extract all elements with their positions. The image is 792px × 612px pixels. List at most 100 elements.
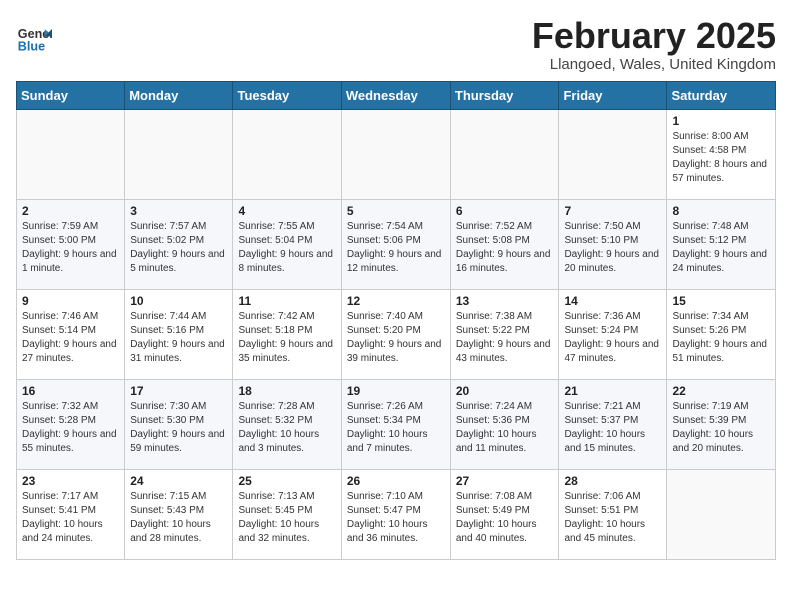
day-number: 26 (347, 474, 445, 488)
logo: General Blue (16, 20, 56, 56)
day-detail: Sunrise: 7:06 AM Sunset: 5:51 PM Dayligh… (564, 490, 661, 546)
calendar-cell: 21 Sunrise: 7:21 AM Sunset: 5:37 PM Dayli… (559, 379, 667, 469)
weekday-header-friday: Friday (559, 81, 667, 109)
day-detail: Sunrise: 7:46 AM Sunset: 5:14 PM Dayligh… (22, 310, 119, 366)
page-header: General Blue February 2025 Llangoed, Wal… (16, 16, 776, 73)
day-detail: Sunrise: 7:15 AM Sunset: 5:43 PM Dayligh… (130, 490, 227, 546)
day-number: 21 (564, 384, 661, 398)
day-detail: Sunrise: 8:00 AM Sunset: 4:58 PM Dayligh… (672, 130, 770, 186)
day-detail: Sunrise: 7:10 AM Sunset: 5:47 PM Dayligh… (347, 490, 445, 546)
calendar-cell (667, 469, 776, 559)
calendar-cell (17, 109, 125, 199)
calendar-cell: 8 Sunrise: 7:48 AM Sunset: 5:12 PM Daylig… (667, 199, 776, 289)
week-row-3: 9 Sunrise: 7:46 AM Sunset: 5:14 PM Daylig… (17, 289, 776, 379)
day-number: 3 (130, 204, 227, 218)
day-detail: Sunrise: 7:55 AM Sunset: 5:04 PM Dayligh… (238, 220, 335, 276)
day-number: 22 (672, 384, 770, 398)
day-number: 27 (456, 474, 554, 488)
calendar-cell (450, 109, 559, 199)
calendar-table: SundayMondayTuesdayWednesdayThursdayFrid… (16, 81, 776, 560)
day-number: 7 (564, 204, 661, 218)
calendar-cell: 17 Sunrise: 7:30 AM Sunset: 5:30 PM Dayli… (125, 379, 233, 469)
week-row-1: 1Sunrise: 8:00 AM Sunset: 4:58 PM Daylig… (17, 109, 776, 199)
day-number: 25 (238, 474, 335, 488)
day-number: 12 (347, 294, 445, 308)
day-detail: Sunrise: 7:21 AM Sunset: 5:37 PM Dayligh… (564, 400, 661, 456)
day-number: 16 (22, 384, 119, 398)
calendar-cell: 26 Sunrise: 7:10 AM Sunset: 5:47 PM Dayli… (341, 469, 450, 559)
day-detail: Sunrise: 7:30 AM Sunset: 5:30 PM Dayligh… (130, 400, 227, 456)
calendar-cell: 18 Sunrise: 7:28 AM Sunset: 5:32 PM Dayli… (233, 379, 341, 469)
location: Llangoed, Wales, United Kingdom (532, 56, 776, 73)
day-number: 24 (130, 474, 227, 488)
week-row-4: 16 Sunrise: 7:32 AM Sunset: 5:28 PM Dayli… (17, 379, 776, 469)
day-detail: Sunrise: 7:28 AM Sunset: 5:32 PM Dayligh… (238, 400, 335, 456)
calendar-cell (559, 109, 667, 199)
month-title: February 2025 (532, 16, 776, 56)
day-detail: Sunrise: 7:24 AM Sunset: 5:36 PM Dayligh… (456, 400, 554, 456)
day-number: 13 (456, 294, 554, 308)
day-number: 17 (130, 384, 227, 398)
day-number: 18 (238, 384, 335, 398)
calendar-cell: 10 Sunrise: 7:44 AM Sunset: 5:16 PM Dayli… (125, 289, 233, 379)
day-detail: Sunrise: 7:57 AM Sunset: 5:02 PM Dayligh… (130, 220, 227, 276)
day-number: 8 (672, 204, 770, 218)
calendar-cell: 12 Sunrise: 7:40 AM Sunset: 5:20 PM Dayli… (341, 289, 450, 379)
day-detail: Sunrise: 7:48 AM Sunset: 5:12 PM Dayligh… (672, 220, 770, 276)
calendar-cell: 11Sunrise: 7:42 AM Sunset: 5:18 PM Dayli… (233, 289, 341, 379)
day-detail: Sunrise: 7:13 AM Sunset: 5:45 PM Dayligh… (238, 490, 335, 546)
day-detail: Sunrise: 7:50 AM Sunset: 5:10 PM Dayligh… (564, 220, 661, 276)
day-number: 6 (456, 204, 554, 218)
weekday-header-sunday: Sunday (17, 81, 125, 109)
calendar-cell: 28 Sunrise: 7:06 AM Sunset: 5:51 PM Dayli… (559, 469, 667, 559)
calendar-cell: 7 Sunrise: 7:50 AM Sunset: 5:10 PM Daylig… (559, 199, 667, 289)
calendar-cell: 19Sunrise: 7:26 AM Sunset: 5:34 PM Dayli… (341, 379, 450, 469)
day-number: 10 (130, 294, 227, 308)
calendar-cell (341, 109, 450, 199)
calendar-cell: 25 Sunrise: 7:13 AM Sunset: 5:45 PM Dayli… (233, 469, 341, 559)
calendar-cell: 4Sunrise: 7:55 AM Sunset: 5:04 PM Daylig… (233, 199, 341, 289)
day-detail: Sunrise: 7:52 AM Sunset: 5:08 PM Dayligh… (456, 220, 554, 276)
day-number: 14 (564, 294, 661, 308)
weekday-header-tuesday: Tuesday (233, 81, 341, 109)
calendar-cell: 24 Sunrise: 7:15 AM Sunset: 5:43 PM Dayli… (125, 469, 233, 559)
calendar-cell: 1Sunrise: 8:00 AM Sunset: 4:58 PM Daylig… (667, 109, 776, 199)
day-number: 19 (347, 384, 445, 398)
day-detail: Sunrise: 7:44 AM Sunset: 5:16 PM Dayligh… (130, 310, 227, 366)
weekday-header-monday: Monday (125, 81, 233, 109)
week-row-2: 2 Sunrise: 7:59 AM Sunset: 5:00 PM Daylig… (17, 199, 776, 289)
day-detail: Sunrise: 7:42 AM Sunset: 5:18 PM Dayligh… (238, 310, 335, 366)
calendar-cell (125, 109, 233, 199)
calendar-cell: 27Sunrise: 7:08 AM Sunset: 5:49 PM Dayli… (450, 469, 559, 559)
calendar-cell: 16 Sunrise: 7:32 AM Sunset: 5:28 PM Dayli… (17, 379, 125, 469)
week-row-5: 23Sunrise: 7:17 AM Sunset: 5:41 PM Dayli… (17, 469, 776, 559)
calendar-cell: 13 Sunrise: 7:38 AM Sunset: 5:22 PM Dayli… (450, 289, 559, 379)
day-detail: Sunrise: 7:38 AM Sunset: 5:22 PM Dayligh… (456, 310, 554, 366)
day-number: 2 (22, 204, 119, 218)
calendar-cell: 6 Sunrise: 7:52 AM Sunset: 5:08 PM Daylig… (450, 199, 559, 289)
calendar-cell: 14 Sunrise: 7:36 AM Sunset: 5:24 PM Dayli… (559, 289, 667, 379)
day-detail: Sunrise: 7:40 AM Sunset: 5:20 PM Dayligh… (347, 310, 445, 366)
day-detail: Sunrise: 7:32 AM Sunset: 5:28 PM Dayligh… (22, 400, 119, 456)
day-number: 5 (347, 204, 445, 218)
day-detail: Sunrise: 7:34 AM Sunset: 5:26 PM Dayligh… (672, 310, 770, 366)
calendar-cell: 23Sunrise: 7:17 AM Sunset: 5:41 PM Dayli… (17, 469, 125, 559)
calendar-cell: 9 Sunrise: 7:46 AM Sunset: 5:14 PM Daylig… (17, 289, 125, 379)
calendar-cell: 22 Sunrise: 7:19 AM Sunset: 5:39 PM Dayli… (667, 379, 776, 469)
calendar-cell: 2 Sunrise: 7:59 AM Sunset: 5:00 PM Daylig… (17, 199, 125, 289)
day-detail: Sunrise: 7:17 AM Sunset: 5:41 PM Dayligh… (22, 490, 119, 546)
calendar-cell: 5 Sunrise: 7:54 AM Sunset: 5:06 PM Daylig… (341, 199, 450, 289)
calendar-cell: 15Sunrise: 7:34 AM Sunset: 5:26 PM Dayli… (667, 289, 776, 379)
day-number: 9 (22, 294, 119, 308)
logo-icon: General Blue (16, 20, 52, 56)
day-detail: Sunrise: 7:36 AM Sunset: 5:24 PM Dayligh… (564, 310, 661, 366)
day-number: 28 (564, 474, 661, 488)
day-number: 20 (456, 384, 554, 398)
calendar-cell: 20 Sunrise: 7:24 AM Sunset: 5:36 PM Dayli… (450, 379, 559, 469)
weekday-header-saturday: Saturday (667, 81, 776, 109)
day-detail: Sunrise: 7:19 AM Sunset: 5:39 PM Dayligh… (672, 400, 770, 456)
day-detail: Sunrise: 7:54 AM Sunset: 5:06 PM Dayligh… (347, 220, 445, 276)
day-detail: Sunrise: 7:59 AM Sunset: 5:00 PM Dayligh… (22, 220, 119, 276)
calendar-cell: 3 Sunrise: 7:57 AM Sunset: 5:02 PM Daylig… (125, 199, 233, 289)
weekday-header-wednesday: Wednesday (341, 81, 450, 109)
